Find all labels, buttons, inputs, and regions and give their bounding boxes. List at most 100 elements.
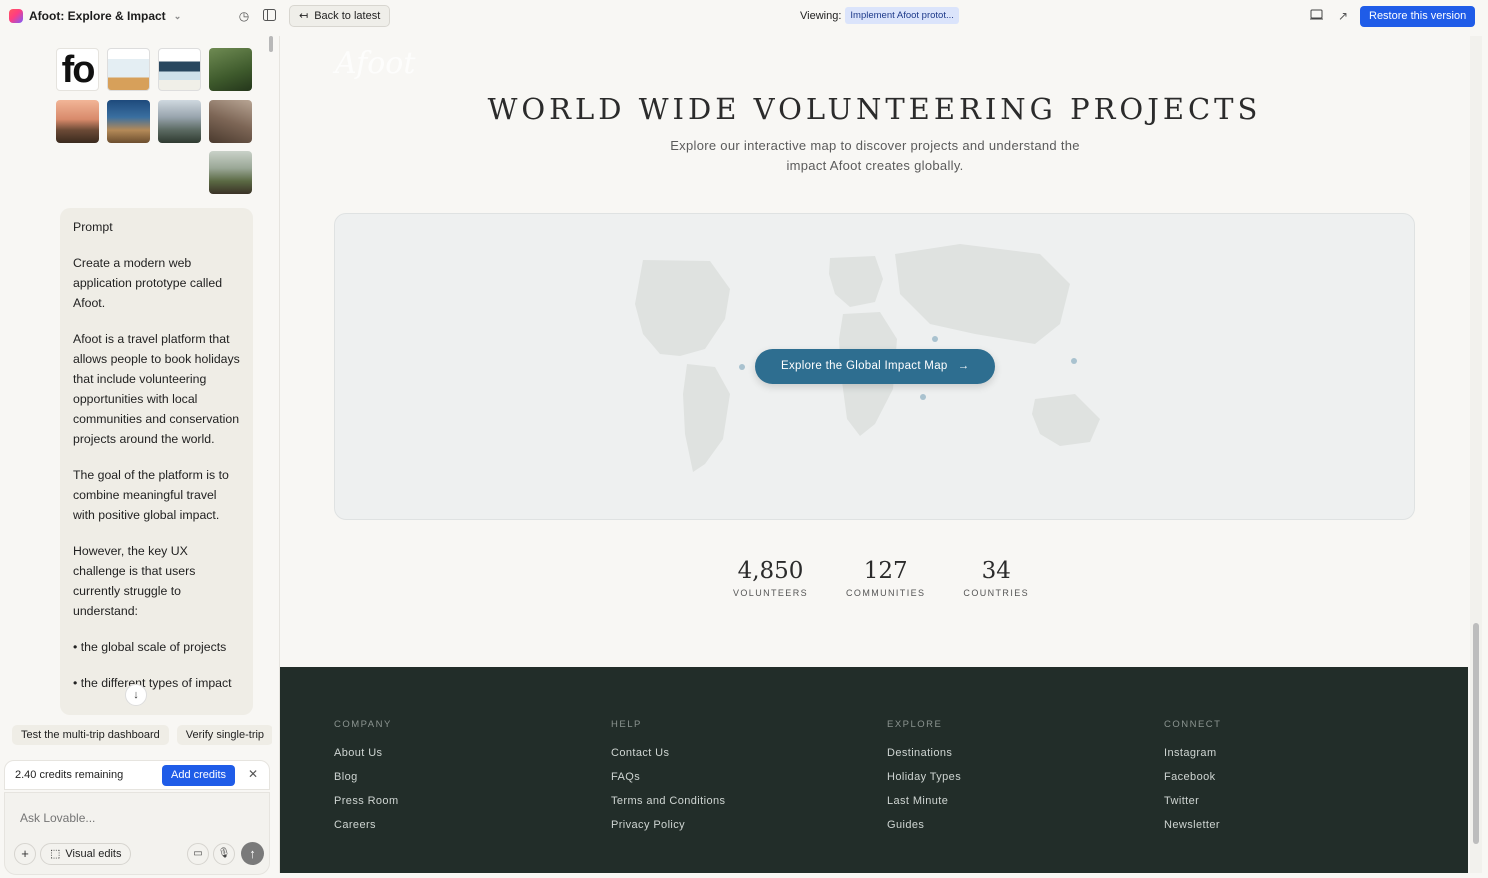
footer-heading: CONNECT xyxy=(1164,719,1222,730)
footer-link[interactable]: Last Minute xyxy=(887,795,961,807)
footer-link[interactable]: Privacy Policy xyxy=(611,819,725,831)
stat-label: VOLUNTEERS xyxy=(733,588,809,598)
footer-link[interactable]: Holiday Types xyxy=(887,771,961,783)
footer-link[interactable]: About Us xyxy=(334,747,399,759)
footer-link[interactable]: Newsletter xyxy=(1164,819,1221,831)
back-to-latest-button[interactable]: ↤ Back to latest xyxy=(289,5,391,27)
sidebar-toggle-icon[interactable] xyxy=(262,9,276,23)
footer-heading: COMPANY xyxy=(334,719,392,730)
project-menu[interactable]: Afoot: Explore & Impact ⌄ xyxy=(9,9,181,23)
stat-value: 34 xyxy=(981,558,1011,584)
stat-communities: 127 COMMUNITIES xyxy=(846,558,925,598)
chat-sidebar: fo Prompt Create a modern web applicatio… xyxy=(0,33,278,878)
footer-link[interactable]: Guides xyxy=(887,819,961,831)
page-subtitle: Explore our interactive map to discover … xyxy=(670,138,1080,173)
project-dot xyxy=(1071,358,1077,364)
preview-scrollbar[interactable] xyxy=(1470,36,1482,873)
credits-banner: 2.40 credits remaining Add credits ✕ xyxy=(4,760,270,790)
restore-version-button[interactable]: Restore this version xyxy=(1360,6,1476,27)
prompt-paragraph: The goal of the platform is to combine m… xyxy=(73,468,229,522)
visual-edits-label: Visual edits xyxy=(65,848,122,860)
attachment-thumbnail[interactable] xyxy=(158,100,201,143)
footer-link[interactable]: Facebook xyxy=(1164,771,1221,783)
chat-mode-icon[interactable]: ▭ xyxy=(187,843,209,865)
stat-label: COMMUNITIES xyxy=(846,588,926,598)
footer-link[interactable]: Twitter xyxy=(1164,795,1221,807)
attachment-thumbnail[interactable]: fo xyxy=(56,48,99,91)
arrow-left-icon: ↤ xyxy=(299,10,309,22)
project-dot xyxy=(932,336,938,342)
top-bar: Afoot: Explore & Impact ⌄ ◷ ↤ Back to la… xyxy=(0,0,1488,33)
add-credits-button[interactable]: Add credits xyxy=(162,765,236,786)
microphone-icon[interactable]: 🎙 xyxy=(213,843,235,865)
footer-link[interactable]: FAQs xyxy=(611,771,725,783)
stat-label: COUNTRIES xyxy=(963,588,1030,598)
prompt-title: Prompt xyxy=(73,220,113,234)
send-arrow-icon[interactable]: ↑ xyxy=(241,842,264,865)
lovable-logo-icon xyxy=(9,9,23,23)
scroll-down-arrow-icon[interactable]: ↓ xyxy=(125,684,147,706)
prompt-paragraph: However, the key UX challenge is that us… xyxy=(73,544,196,618)
open-external-icon[interactable]: ↗ xyxy=(1336,9,1350,23)
footer-link[interactable]: Contact Us xyxy=(611,747,725,759)
viewing-indicator: Viewing: Implement Afoot protot... xyxy=(800,7,959,24)
version-chip[interactable]: Implement Afoot protot... xyxy=(845,7,959,24)
prompt-paragraph: Create a modern web application prototyp… xyxy=(73,256,223,310)
footer-heading: HELP xyxy=(611,719,642,730)
preview-scroll-thumb[interactable] xyxy=(1473,623,1479,844)
prompt-paragraph: • the global scale of projects xyxy=(73,640,227,654)
afoot-logo[interactable]: Afoot xyxy=(335,46,415,81)
prompt-paragraph: Afoot is a travel platform that allows p… xyxy=(73,332,240,446)
world-map[interactable]: Explore the Global Impact Map → xyxy=(334,213,1415,520)
footer-column-connect: CONNECT Instagram Facebook Twitter Newsl… xyxy=(1164,719,1221,843)
visual-edits-icon: ⬚ xyxy=(50,848,61,860)
credits-text: 2.40 credits remaining xyxy=(15,769,124,781)
stat-countries: 34 COUNTRIES xyxy=(963,558,1029,598)
suggestion-chip[interactable]: Test the multi-trip dashboard xyxy=(12,725,169,745)
footer-link[interactable]: Destinations xyxy=(887,747,961,759)
attachment-thumbnail[interactable] xyxy=(56,100,99,143)
arrow-right-icon: → xyxy=(957,360,970,372)
attachment-thumbnail[interactable] xyxy=(209,151,252,194)
explore-map-label: Explore the Global Impact Map xyxy=(781,360,948,372)
attachment-thumbnail[interactable] xyxy=(158,48,201,91)
footer-link[interactable]: Terms and Conditions xyxy=(611,795,725,807)
page-title: WORLD WIDE VOLUNTEERING PROJECTS xyxy=(487,92,1262,126)
sidebar-scrollbar[interactable] xyxy=(269,36,273,52)
australia-shape xyxy=(1032,394,1100,446)
attachment-thumbnail[interactable] xyxy=(107,100,150,143)
viewing-label: Viewing: xyxy=(800,9,842,22)
attachment-thumbnail[interactable] xyxy=(107,48,150,91)
suggestion-chips: Test the multi-trip dashboard Verify sin… xyxy=(12,725,272,745)
attachment-thumbnail[interactable] xyxy=(209,48,252,91)
chat-input[interactable] xyxy=(20,811,240,825)
chevron-down-icon: ⌄ xyxy=(173,10,182,21)
north-america-shape xyxy=(635,260,730,356)
visual-edits-button[interactable]: ⬚ Visual edits xyxy=(40,843,132,865)
footer-link[interactable]: Careers xyxy=(334,819,399,831)
south-america-shape xyxy=(683,364,730,472)
footer-column-company: COMPANY About Us Blog Press Room Careers xyxy=(334,719,399,843)
project-name: Afoot: Explore & Impact xyxy=(29,9,166,23)
stat-value: 127 xyxy=(863,558,908,584)
attachment-thumbnail[interactable] xyxy=(209,100,252,143)
back-label: Back to latest xyxy=(314,10,381,22)
footer-link[interactable]: Blog xyxy=(334,771,399,783)
plus-icon[interactable]: + xyxy=(14,843,36,865)
device-preview-icon[interactable] xyxy=(1309,9,1323,23)
prompt-message: Prompt Create a modern web application p… xyxy=(60,208,253,715)
footer-link[interactable]: Press Room xyxy=(334,795,399,807)
impact-stats: 4,850 VOLUNTEERS 127 COMMUNITIES 34 COUN… xyxy=(733,558,1067,598)
stat-value: 4,850 xyxy=(737,558,804,584)
asia-shape xyxy=(895,244,1070,344)
close-icon[interactable]: ✕ xyxy=(248,767,258,781)
europe-shape xyxy=(829,256,883,307)
site-footer: COMPANY About Us Blog Press Room Careers… xyxy=(280,667,1468,873)
history-icon[interactable]: ◷ xyxy=(237,9,251,23)
chat-composer: + ⬚ Visual edits ▭ 🎙 ↑ xyxy=(4,792,270,875)
suggestion-chip[interactable]: Verify single-trip xyxy=(176,725,272,745)
explore-map-button[interactable]: Explore the Global Impact Map → xyxy=(755,349,996,384)
footer-link[interactable]: Instagram xyxy=(1164,747,1221,759)
stat-volunteers: 4,850 VOLUNTEERS xyxy=(733,558,808,598)
project-dot xyxy=(920,394,926,400)
